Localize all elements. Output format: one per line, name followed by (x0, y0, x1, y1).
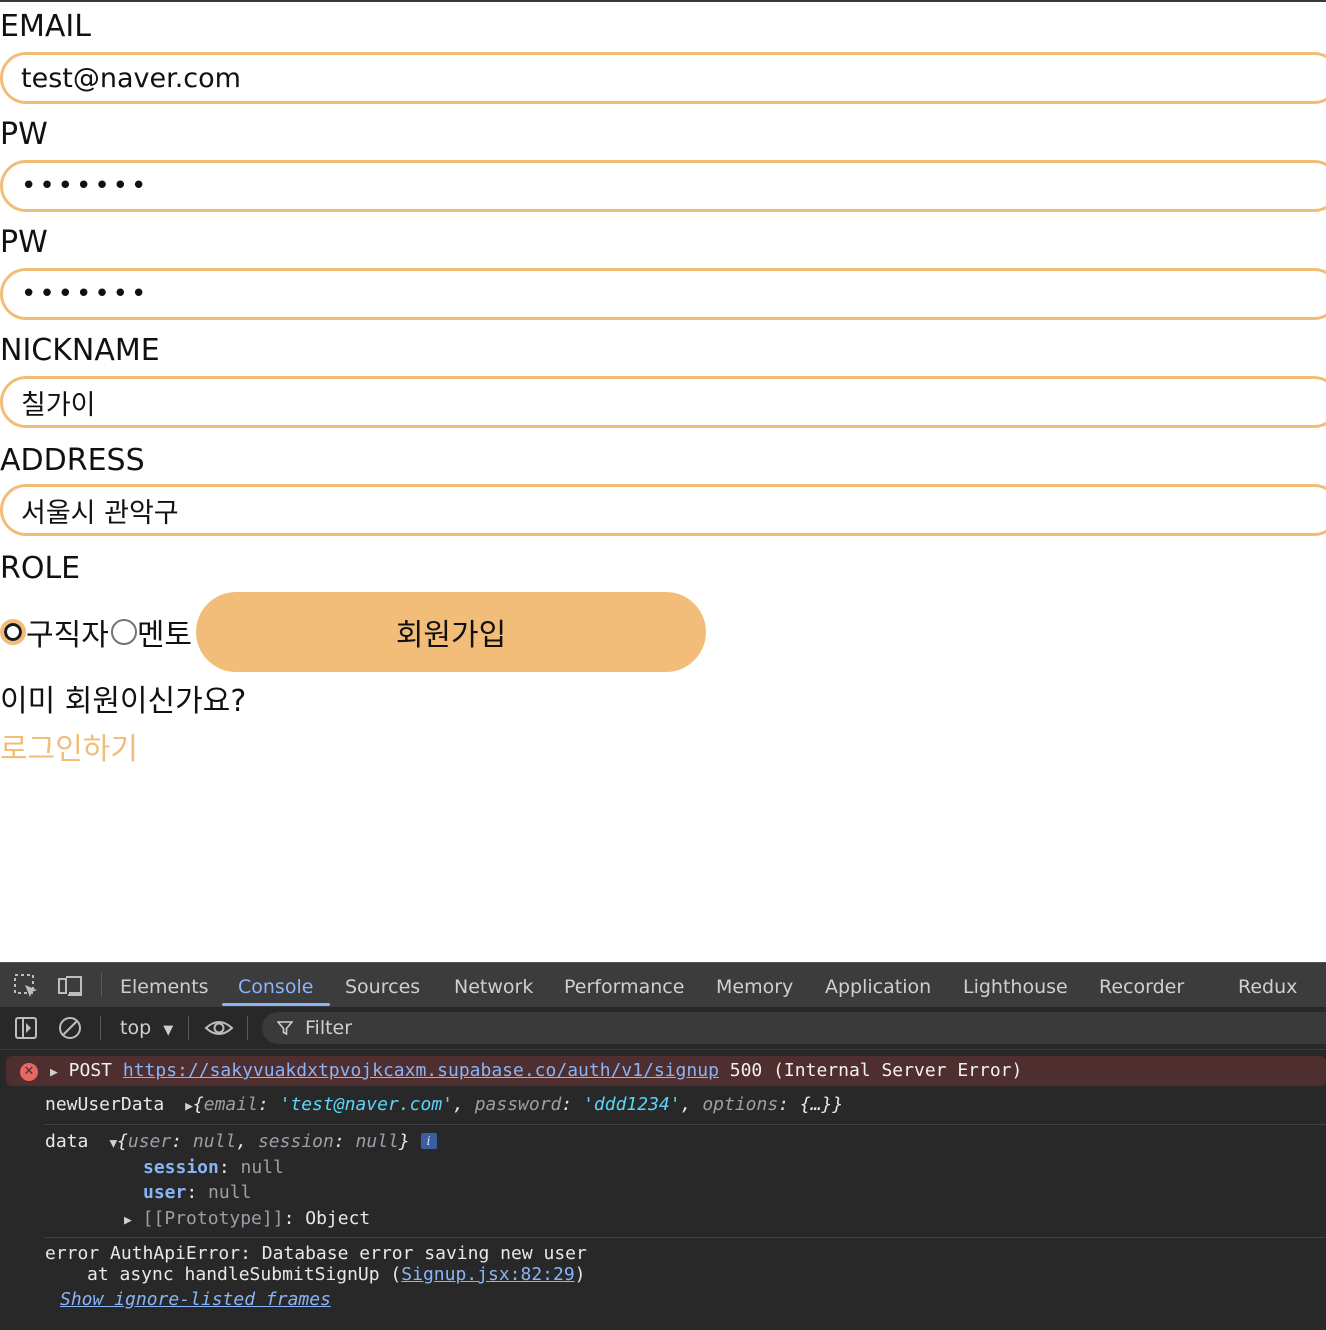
log-error-line2: at async handleSubmitSignUp (Signup.jsx:… (87, 1262, 586, 1288)
signup-submit-button[interactable]: 회원가입 (196, 592, 707, 672)
tab-application[interactable]: Application (825, 963, 931, 1007)
tab-lighthouse[interactable]: Lighthouse (963, 963, 1068, 1007)
console-output: ✕ ▶ POST https://sakyvuakdxtpvojkcaxm.su… (0, 1050, 1326, 1330)
show-ignore-listed-frames-link[interactable]: Show ignore-listed frames (60, 1287, 331, 1313)
nickname-field-wrapper[interactable] (0, 376, 1326, 428)
obj-string-value: 'ddd1234' (583, 1094, 681, 1115)
obj-key: user (127, 1131, 172, 1152)
email-input[interactable] (21, 55, 1221, 101)
filter-input[interactable]: Filter (262, 1012, 1326, 1044)
log-divider (44, 1237, 1326, 1238)
role-label: ROLE (0, 551, 81, 586)
tab-console[interactable]: Console (238, 963, 313, 1007)
role-radio-jobseeker[interactable] (0, 619, 26, 645)
filter-placeholder: Filter (305, 1017, 353, 1039)
log-label: newUserData (45, 1094, 165, 1115)
stack-source-link[interactable]: Signup.jsx:82:29 (401, 1264, 574, 1285)
address-label: ADDRESS (0, 443, 145, 478)
pw-label: PW (0, 117, 48, 152)
pw-confirm-field-wrapper[interactable] (0, 268, 1326, 320)
devtools-tabbar: Elements Console Sources Network Perform… (0, 962, 1326, 1008)
obj-string-value: 'test@naver.com' (279, 1094, 453, 1115)
error-method: POST (68, 1060, 113, 1081)
prototype-value: Object (305, 1208, 371, 1229)
obj-null-value: null (355, 1131, 399, 1152)
expand-triangle-icon[interactable]: ▶ (185, 1094, 193, 1120)
tab-elements[interactable]: Elements (120, 963, 209, 1007)
stack-suffix: ) (574, 1264, 586, 1285)
toolbar-separator (247, 1016, 248, 1040)
role-option-jobseeker-label[interactable]: 구직자 (26, 610, 109, 654)
pw-confirm-input[interactable] (21, 271, 1221, 317)
obj-key: session (257, 1131, 334, 1152)
error-icon: ✕ (20, 1063, 38, 1081)
toolbar-separator (188, 1016, 189, 1040)
obj-collapsed-value: {…} (799, 1094, 833, 1115)
tab-sources[interactable]: Sources (345, 963, 420, 1007)
tab-network[interactable]: Network (454, 963, 533, 1007)
obj-null-value: null (192, 1131, 237, 1152)
active-tab-underline (222, 1003, 330, 1006)
signup-form: EMAIL PW PW NICKNAME ADDRESS ROLE 구직자 멘토… (0, 0, 1326, 960)
already-member-text: 이미 회원이신가요? (0, 684, 247, 719)
log-data: data ▶{user: null, session: null} i (45, 1129, 437, 1157)
devtools-panel: Elements Console Sources Network Perform… (0, 962, 1326, 1330)
tab-recorder[interactable]: Recorder (1099, 963, 1184, 1007)
device-toolbar-icon[interactable] (57, 973, 83, 999)
collapse-triangle-icon[interactable]: ▶ (100, 1140, 126, 1148)
tabbar-separator (101, 973, 102, 997)
info-icon[interactable]: i (420, 1133, 437, 1149)
filter-icon (277, 1021, 293, 1036)
tab-redux[interactable]: Redux (1238, 963, 1297, 1007)
console-toolbar: top ▼ Filter (0, 1007, 1326, 1050)
obj-key: options (702, 1094, 779, 1115)
clear-console-icon[interactable] (58, 1016, 82, 1040)
expand-triangle-icon[interactable]: ▶ (50, 1060, 58, 1086)
prototype-label: [[Prototype]] (142, 1208, 284, 1229)
address-field-wrapper[interactable] (0, 484, 1326, 536)
error-status: 500 (Internal Server Error) (729, 1060, 1023, 1081)
prototype-row: ▶ [[Prototype]]: Object (124, 1206, 370, 1234)
toolbar-separator (100, 1016, 101, 1040)
pw-input[interactable] (21, 163, 1221, 209)
expand-triangle-icon[interactable]: ▶ (124, 1208, 132, 1234)
log-divider (44, 1124, 1326, 1125)
chevron-down-icon: ▼ (163, 1023, 174, 1038)
pw-field-wrapper[interactable] (0, 160, 1326, 212)
email-label: EMAIL (0, 9, 91, 44)
nickname-input[interactable] (21, 379, 1221, 425)
login-link[interactable]: 로그인하기 (0, 724, 138, 768)
eye-icon[interactable] (204, 1016, 234, 1040)
nickname-label: NICKNAME (0, 333, 160, 368)
prop-null-value: null (208, 1182, 252, 1203)
prop-user-row: user: null (143, 1182, 252, 1203)
email-field-wrapper[interactable] (0, 52, 1326, 104)
role-option-mentor-label[interactable]: 멘토 (137, 610, 192, 654)
stack-prefix: at async handleSubmitSignUp ( (87, 1264, 402, 1285)
log-label: data (45, 1131, 89, 1152)
sidebar-toggle-icon[interactable] (14, 1016, 38, 1040)
prop-name: user (143, 1182, 187, 1203)
prop-name: session (143, 1157, 219, 1178)
pw-confirm-label: PW (0, 225, 48, 260)
error-url-link[interactable]: https://sakyvuakdxtpvojkcaxm.supabase.co… (123, 1060, 719, 1081)
address-input[interactable] (21, 487, 1221, 533)
tab-memory[interactable]: Memory (716, 963, 793, 1007)
prop-null-value: null (240, 1157, 284, 1178)
prop-session-row: session: null (143, 1157, 284, 1178)
log-newuserdata: newUserData ▶{email: 'test@naver.com', p… (45, 1092, 843, 1120)
error-message: ▶ POST https://sakyvuakdxtpvojkcaxm.supa… (50, 1058, 1022, 1086)
context-selector[interactable]: top ▼ (120, 1007, 173, 1052)
console-error-row: ✕ ▶ POST https://sakyvuakdxtpvojkcaxm.su… (6, 1056, 1326, 1086)
tab-performance[interactable]: Performance (564, 963, 684, 1007)
obj-key: password (474, 1094, 562, 1115)
obj-key: email (203, 1094, 258, 1115)
role-row: 구직자 멘토 회원가입 (0, 592, 707, 672)
inspect-element-icon[interactable] (13, 973, 39, 999)
role-radio-mentor[interactable] (110, 619, 137, 645)
ignore-listed-link-text: Show ignore-listed frames (60, 1289, 331, 1310)
context-selector-label: top (120, 1017, 152, 1039)
